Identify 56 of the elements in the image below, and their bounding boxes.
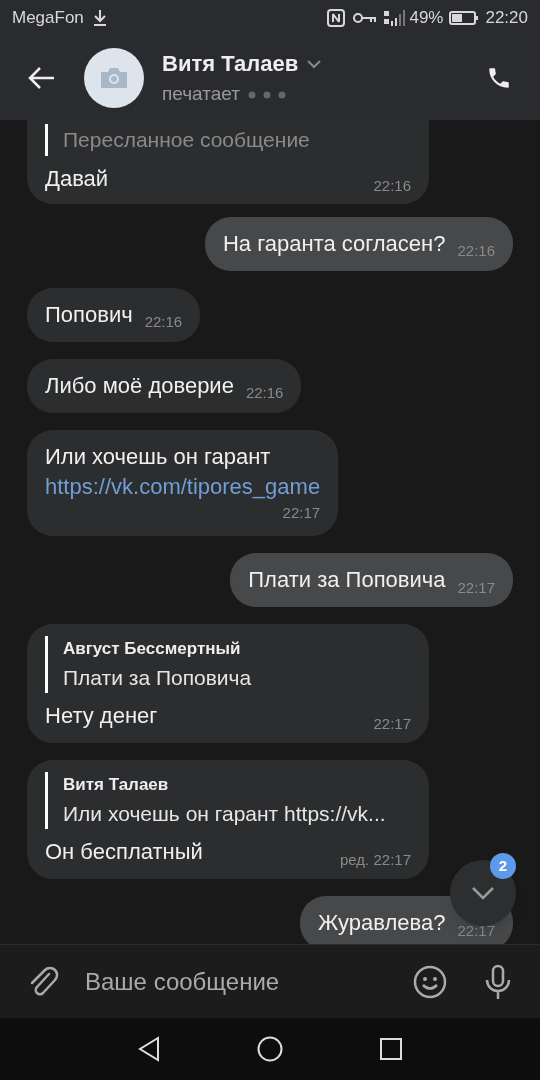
message-text: Нету денег (45, 702, 158, 730)
avatar[interactable] (84, 48, 144, 108)
back-nav-icon[interactable] (137, 1036, 161, 1062)
message-time: 22:16 (144, 312, 183, 332)
typing-dots-icon (247, 90, 286, 99)
message-text: Либо моё доверие (45, 371, 234, 400)
battery-percent: 49% (409, 7, 444, 30)
microphone-icon[interactable] (483, 963, 513, 1000)
message-time: 22:17 (373, 713, 411, 734)
message-link[interactable]: https://vk.com/tipores_game (45, 471, 321, 502)
message-bubble[interactable]: Август Бессмертный Плати за Поповича Нету денег 22:17 (27, 624, 429, 743)
message-bubble[interactable]: Пересланное сообщение Давай 22:16 (27, 120, 429, 204)
quote-author: Август Бессмертный (63, 638, 242, 660)
chevron-down-icon[interactable] (306, 58, 323, 69)
back-icon[interactable] (28, 66, 56, 90)
clock: 22:20 (485, 7, 528, 30)
typing-status: печатает (162, 82, 240, 107)
message-text: Или хочешь он гарант (45, 442, 272, 471)
message-bubble[interactable]: Плати за Поповича 22:17 (230, 553, 513, 607)
quoted-text: Или хочешь он гарант https://vk... (63, 800, 387, 827)
message-time: 22:16 (457, 241, 495, 261)
message-time: 22:17 (457, 577, 495, 598)
recents-nav-icon[interactable] (379, 1037, 403, 1061)
message-time: ред. 22:17 (340, 849, 411, 870)
carrier-name: MegaFon (12, 7, 84, 30)
message-text: Плати за Поповича (248, 566, 446, 594)
nfc-icon (327, 9, 346, 27)
message-bubble[interactable]: Или хочешь он гарант https://vk.com/tipores_game 22:17 (27, 429, 339, 536)
quoted-text: Плати за Поповича (63, 664, 253, 691)
message-text: Попович (45, 300, 133, 329)
battery-icon (449, 10, 480, 26)
download-icon (91, 9, 108, 27)
message-bubble[interactable]: На гаранта согласен? 22:16 (204, 216, 513, 271)
message-text: Он бесплатный (45, 838, 203, 866)
message-input[interactable]: Ваше сообщение (85, 963, 413, 1000)
message-time: 22:16 (373, 176, 411, 196)
phone-icon[interactable] (486, 65, 512, 91)
key-icon (353, 11, 378, 25)
message-bubble[interactable]: Либо моё доверие 22:16 (27, 358, 302, 413)
camera-icon (99, 66, 129, 90)
message-time: 22:17 (457, 920, 495, 941)
smiley-icon[interactable] (413, 964, 447, 999)
message-time: 22:16 (245, 383, 284, 403)
message-bubble[interactable]: Витя Талаев Или хочешь он гарант https://vk... Он бесплатный ред. 22:17 (27, 760, 429, 879)
message-bubble[interactable]: Попович 22:16 (27, 287, 201, 342)
message-text: Давай (45, 164, 109, 193)
quote-author: Витя Талаев (63, 774, 170, 796)
quoted-text: Пересланное сообщение (63, 127, 311, 153)
home-nav-icon[interactable] (257, 1036, 283, 1062)
unread-badge: 2 (490, 853, 516, 879)
signal-icon (383, 9, 408, 27)
message-text: Журавлева? (318, 909, 446, 937)
message-text: На гаранта согласен? (222, 229, 446, 258)
message-time: 22:17 (282, 502, 321, 523)
chevron-down-icon (471, 886, 495, 900)
contact-name[interactable]: Витя Талаев (162, 47, 299, 81)
